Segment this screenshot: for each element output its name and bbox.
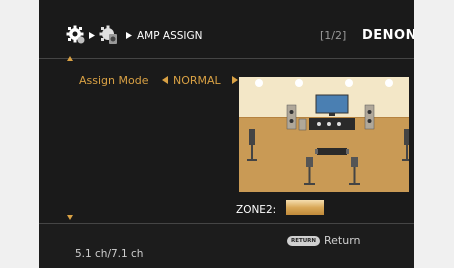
tv-icon bbox=[315, 94, 349, 116]
assign-mode-value[interactable]: NORMAL bbox=[173, 74, 221, 87]
front-right-speaker-icon bbox=[364, 104, 375, 130]
arrow-left-icon[interactable] bbox=[162, 76, 168, 84]
zone2-indicator bbox=[286, 200, 324, 215]
assign-mode-label: Assign Mode bbox=[79, 74, 149, 87]
subwoofer-icon bbox=[298, 118, 307, 131]
scroll-up-icon[interactable] bbox=[67, 56, 73, 61]
header: AMP ASSIGN [1/2] DENON bbox=[39, 0, 414, 59]
av-receiver-icon bbox=[309, 118, 355, 130]
arrow-right-icon[interactable] bbox=[232, 76, 238, 84]
center-speaker-icon bbox=[315, 148, 349, 155]
brand-logo: DENON bbox=[362, 28, 414, 43]
channel-info: 5.1 ch/7.1 ch bbox=[75, 248, 144, 260]
arrow-right-icon bbox=[89, 32, 95, 39]
amp-assign-screen: AMP ASSIGN [1/2] DENON Assign Mode NORMA… bbox=[39, 0, 414, 268]
page-title: AMP ASSIGN bbox=[137, 30, 203, 42]
arrow-right-icon bbox=[126, 32, 132, 39]
gear-icon bbox=[66, 25, 85, 44]
return-button-icon[interactable]: RETURN bbox=[287, 236, 320, 246]
front-left-speaker-icon bbox=[286, 104, 297, 130]
scroll-down-icon[interactable] bbox=[67, 215, 73, 220]
return-label: Return bbox=[324, 234, 361, 247]
page-indicator: [1/2] bbox=[320, 29, 347, 42]
speaker-layout-diagram bbox=[239, 77, 409, 192]
zone2-label: ZONE2: bbox=[236, 204, 277, 216]
speaker-setup-icon bbox=[99, 25, 117, 44]
